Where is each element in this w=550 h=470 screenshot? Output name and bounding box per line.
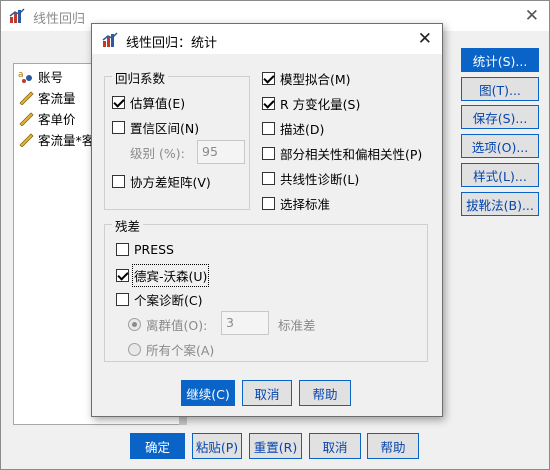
- collinearity-label: 共线性诊断(L): [280, 172, 360, 187]
- part-partial-correlations-checkbox[interactable]: 部分相关性和偏相关性(P): [262, 144, 422, 163]
- list-item[interactable]: a 账号: [18, 66, 63, 86]
- checkbox-box[interactable]: [262, 172, 275, 185]
- list-item[interactable]: 客流量: [18, 87, 76, 107]
- checkbox-box[interactable]: [262, 122, 275, 135]
- list-item[interactable]: 客单价: [18, 108, 76, 128]
- string-variable-icon: a: [18, 70, 32, 83]
- save-button[interactable]: 保存(S)...: [461, 105, 539, 129]
- dialog-cancel-button[interactable]: 取消: [242, 380, 292, 406]
- casewise-diagnostics-checkbox[interactable]: 个案诊断(C): [116, 290, 202, 309]
- plots-button[interactable]: 图(T)...: [461, 77, 539, 101]
- ruler-icon: [19, 133, 34, 147]
- app-icon: [102, 32, 118, 48]
- all-cases-label: 所有个案(A): [146, 343, 215, 358]
- confidence-intervals-label: 置信区间(N): [130, 121, 200, 136]
- level-label: 级别 (%):: [130, 146, 185, 161]
- dialog-close-icon[interactable]: ✕: [418, 29, 432, 49]
- durbin-watson-label: 德宾-沃森(U): [131, 264, 210, 287]
- covariance-matrix-label: 协方差矩阵(V): [130, 175, 211, 190]
- radio-dot[interactable]: [128, 343, 141, 356]
- main-window-title: 线性回归: [33, 12, 86, 27]
- model-fit-label: 模型拟合(M): [280, 72, 351, 87]
- checkbox-box[interactable]: [116, 243, 129, 256]
- statistics-button[interactable]: 统计(S)...: [461, 48, 539, 72]
- main-help-button[interactable]: 帮助: [367, 433, 419, 459]
- reset-button[interactable]: 重置(R): [249, 433, 302, 459]
- outliers-value-field: 3: [221, 311, 269, 335]
- checkbox-box[interactable]: [262, 197, 275, 210]
- selection-criteria-checkbox[interactable]: 选择标准: [262, 194, 330, 213]
- main-close-icon[interactable]: ✕: [525, 6, 539, 26]
- outliers-label: 离群值(O):: [146, 318, 208, 333]
- part-partial-label: 部分相关性和偏相关性(P): [280, 147, 423, 162]
- checkbox-box[interactable]: [262, 97, 275, 110]
- checkbox-box[interactable]: [262, 72, 275, 85]
- descriptives-checkbox[interactable]: 描述(D): [262, 119, 324, 138]
- selection-criteria-label: 选择标准: [280, 197, 331, 212]
- checkbox-box[interactable]: [112, 121, 125, 134]
- press-label: PRESS: [134, 242, 174, 257]
- dialog-help-button[interactable]: 帮助: [299, 380, 351, 406]
- residuals-legend: 残差: [112, 216, 144, 235]
- durbin-watson-checkbox[interactable]: 德宾-沃森(U): [116, 264, 210, 287]
- options-button[interactable]: 选项(O)...: [461, 134, 539, 158]
- variable-label: 账号: [38, 69, 64, 85]
- confidence-level-field: 95: [197, 140, 245, 164]
- checkbox-box[interactable]: [112, 96, 125, 109]
- variable-label: 客流量: [38, 90, 76, 106]
- variable-label: 客单价: [38, 111, 76, 127]
- list-item[interactable]: 客流量*客: [18, 129, 94, 149]
- estimates-checkbox[interactable]: 估算值(E): [112, 93, 185, 112]
- covariance-matrix-checkbox[interactable]: 协方差矩阵(V): [112, 172, 211, 191]
- paste-button[interactable]: 粘贴(P): [192, 433, 242, 459]
- dialog-title: 线性回归：统计: [126, 36, 218, 51]
- radio-dot[interactable]: [128, 318, 141, 331]
- statistics-dialog: 线性回归：统计 ✕ 回归系数 估算值(E) 置信区间(N) 级别 (%): 95…: [91, 23, 443, 417]
- variable-label: 客流量*客: [38, 132, 95, 148]
- confidence-intervals-checkbox[interactable]: 置信区间(N): [112, 118, 199, 137]
- checkbox-box[interactable]: [116, 269, 129, 282]
- regression-coefficients-legend: 回归系数: [112, 68, 169, 87]
- bootstrap-button[interactable]: 拔靴法(B)...: [461, 192, 539, 216]
- style-button[interactable]: 样式(L)...: [461, 163, 539, 187]
- app-icon: [9, 8, 25, 24]
- r-squared-change-label: R 方变化量(S): [280, 97, 361, 112]
- outliers-unit-label: 标准差: [278, 318, 316, 333]
- collinearity-diagnostics-checkbox[interactable]: 共线性诊断(L): [262, 169, 359, 188]
- checkbox-box[interactable]: [112, 175, 125, 188]
- all-cases-radio[interactable]: 所有个案(A): [128, 340, 214, 359]
- estimates-label: 估算值(E): [130, 96, 186, 111]
- r-squared-change-checkbox[interactable]: R 方变化量(S): [262, 94, 360, 113]
- svg-text:a: a: [18, 70, 24, 80]
- descriptives-label: 描述(D): [280, 122, 325, 137]
- continue-button[interactable]: 继续(C): [181, 380, 235, 406]
- ruler-icon: [19, 112, 34, 126]
- main-cancel-button[interactable]: 取消: [309, 433, 361, 459]
- checkbox-box[interactable]: [116, 293, 129, 306]
- press-checkbox[interactable]: PRESS: [116, 242, 174, 257]
- outliers-radio[interactable]: 离群值(O):: [128, 315, 207, 334]
- casewise-label: 个案诊断(C): [134, 293, 203, 308]
- ok-button[interactable]: 确定: [130, 433, 185, 459]
- ruler-icon: [19, 91, 34, 105]
- dialog-titlebar: 线性回归：统计 ✕: [92, 24, 442, 54]
- model-fit-checkbox[interactable]: 模型拟合(M): [262, 69, 351, 88]
- checkbox-box[interactable]: [262, 147, 275, 160]
